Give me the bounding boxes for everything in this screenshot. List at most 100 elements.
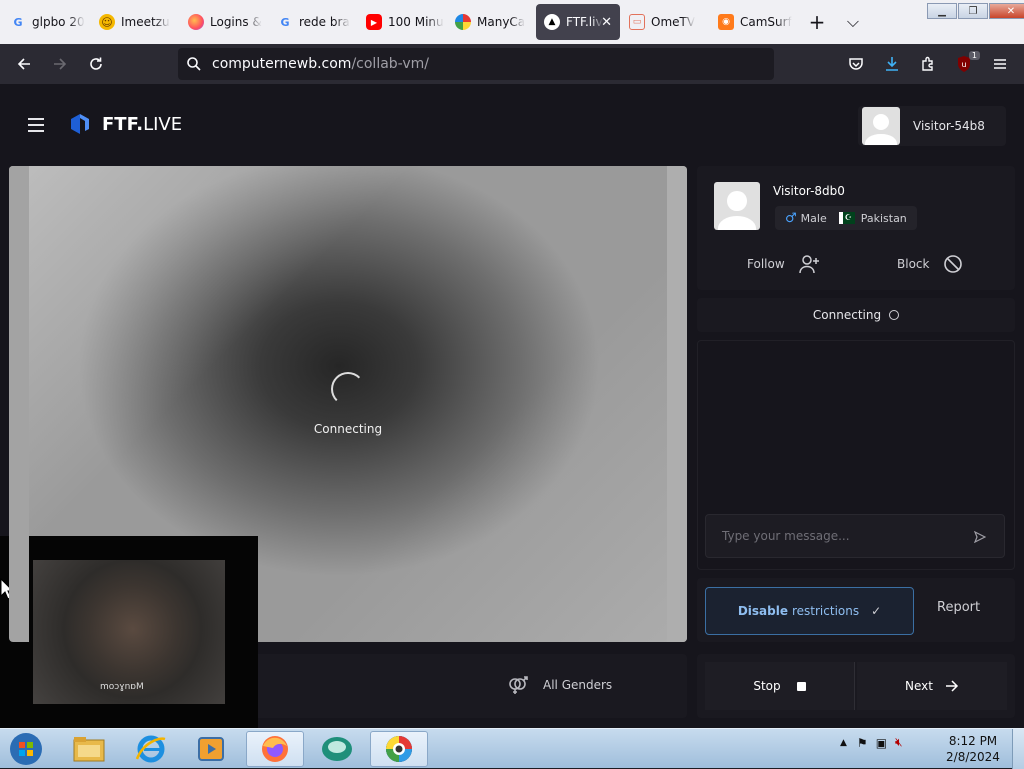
google-icon: G	[13, 15, 23, 29]
block-label: Block	[897, 257, 930, 271]
forward-arrow-icon	[54, 58, 67, 70]
tab-title: ManyCa	[477, 15, 526, 29]
close-tab-icon[interactable]: ✕	[601, 15, 612, 30]
user-avatar	[862, 107, 900, 145]
tab-100min[interactable]: ▶ 100 Minu	[358, 4, 446, 40]
ublock-button[interactable]: u 1	[946, 48, 982, 80]
chat-status-text: Connecting	[812, 308, 882, 322]
male-icon: ♂	[785, 210, 797, 226]
video-border-right	[667, 166, 687, 642]
google-icon: G	[280, 15, 290, 29]
back-button[interactable]	[6, 48, 42, 80]
gender-filter-label: All Genders	[543, 678, 613, 692]
stop-square-icon	[796, 681, 806, 691]
next-button[interactable]: Next	[857, 662, 1007, 710]
restore-button[interactable]: ❐	[958, 3, 988, 19]
downloads-button[interactable]	[874, 48, 910, 80]
tab-title: 100 Minu	[388, 15, 444, 29]
pakistan-flag-icon: ☪	[838, 212, 855, 224]
stop-button[interactable]: Stop	[705, 662, 855, 710]
tab-camsurf[interactable]: ◉ CamSurf	[710, 4, 798, 40]
taskbar-app-green[interactable]	[308, 731, 366, 767]
taskbar-internet-explorer[interactable]	[122, 731, 180, 767]
volume-muted-icon[interactable]: 🔇︎	[895, 735, 903, 750]
taskbar-clock[interactable]: 8:12 PM 2/8/2024	[942, 733, 1004, 765]
site-menu-button[interactable]	[28, 118, 44, 136]
self-camera-preview: moɔɣnɒM	[0, 536, 258, 728]
start-button[interactable]	[4, 731, 48, 767]
list-all-tabs-button[interactable]: ⌵	[835, 4, 871, 40]
tab-ftf-live[interactable]: ▲ FTF.liv ✕	[536, 4, 620, 40]
partner-profile-card: Visitor-8db0 ♂ Male ☪ Pakistan Follow Bl…	[697, 166, 1015, 290]
system-tray: ▲ ⚑ ▣ 🔇︎	[840, 735, 903, 750]
add-user-icon	[798, 255, 819, 274]
clock-date: 2/8/2024	[946, 750, 1000, 764]
taskbar-firefox[interactable]	[246, 731, 304, 767]
partner-name: Visitor-8db0	[773, 184, 845, 198]
tab-title: CamSurf	[740, 15, 792, 29]
imeetzu-icon: ☺	[99, 14, 115, 30]
browser-nav-bar: computernewb.com/collab-vm/ u 1	[0, 44, 1024, 84]
reload-button[interactable]	[78, 48, 114, 80]
network-icon[interactable]: ▣	[876, 736, 887, 750]
arrow-right-icon	[945, 680, 959, 692]
tab-title: Imeetzu	[121, 15, 170, 29]
checkmark-icon: ✓	[871, 604, 882, 618]
chat-message-input[interactable]: Type your message...	[705, 514, 1005, 558]
block-button[interactable]: Block	[897, 254, 963, 274]
pocket-button[interactable]	[838, 48, 874, 80]
gender-symbol-icon	[509, 676, 528, 694]
pocket-icon	[849, 58, 863, 70]
forward-button[interactable]	[42, 48, 78, 80]
partner-country: Pakistan	[860, 211, 907, 225]
green-app-icon	[322, 737, 352, 761]
next-label: Next	[905, 679, 933, 693]
svg-text:u: u	[961, 60, 966, 69]
back-arrow-icon	[17, 58, 30, 70]
tab-glpbo[interactable]: G glpbo 20	[2, 4, 90, 40]
tab-title: glpbo 20	[32, 15, 85, 29]
tab-rede[interactable]: G rede bra	[269, 4, 357, 40]
manycam-icon	[455, 14, 471, 30]
tab-title: Logins &	[210, 15, 262, 29]
disable-restrictions-button[interactable]: Disable restrictions ✓	[705, 587, 914, 635]
firefox-icon	[262, 736, 288, 762]
youtube-icon: ▶	[366, 14, 382, 30]
tab-imeetzu[interactable]: ☺ Imeetzu	[91, 4, 179, 40]
minimize-button[interactable]: ▁	[927, 3, 957, 19]
current-user-chip[interactable]: Visitor-54b8	[858, 106, 1006, 146]
chat-status-bar: Connecting	[697, 298, 1015, 332]
report-button[interactable]: Report	[937, 600, 980, 615]
tab-ometv[interactable]: ▭ OmeTV	[621, 4, 709, 40]
search-icon	[187, 57, 201, 71]
show-hidden-icons-icon[interactable]: ▲	[840, 738, 847, 748]
stop-label: Stop	[753, 679, 781, 693]
follow-button[interactable]: Follow	[747, 254, 821, 274]
extensions-button[interactable]	[910, 48, 946, 80]
logo-text-light: LIVE	[143, 113, 183, 135]
windows-logo-icon	[10, 733, 42, 765]
ometv-icon: ▭	[629, 14, 645, 30]
chat-input-placeholder: Type your message...	[722, 529, 850, 543]
gender-filter[interactable]: All Genders	[507, 674, 612, 696]
app-menu-button[interactable]	[982, 48, 1018, 80]
tab-manycam[interactable]: ManyCa	[447, 4, 535, 40]
show-desktop-button[interactable]	[1012, 729, 1024, 769]
close-window-button[interactable]: ✕	[989, 3, 1024, 19]
taskbar-explorer[interactable]	[60, 731, 118, 767]
restrict-label-rest: restrictions	[791, 604, 860, 618]
tab-title: rede bra	[299, 15, 350, 29]
send-icon[interactable]	[974, 531, 986, 543]
download-icon	[886, 57, 898, 71]
tab-logins[interactable]: Logins &	[180, 4, 268, 40]
taskbar-media-player[interactable]	[182, 731, 240, 767]
taskbar-manycam[interactable]	[370, 731, 428, 767]
action-center-flag-icon[interactable]: ⚑	[857, 736, 868, 750]
tab-list: G glpbo 20 ☺ Imeetzu Logins & G rede bra…	[2, 4, 799, 40]
address-bar[interactable]: computernewb.com/collab-vm/	[178, 48, 774, 80]
url-path: /collab-vm/	[351, 56, 429, 72]
new-tab-button[interactable]: +	[799, 4, 835, 40]
site-logo[interactable]: FTF. LIVE	[68, 112, 182, 136]
restrict-label-bold: Disable	[737, 604, 788, 618]
browser-tab-strip: G glpbo 20 ☺ Imeetzu Logins & G rede bra…	[0, 0, 1024, 44]
